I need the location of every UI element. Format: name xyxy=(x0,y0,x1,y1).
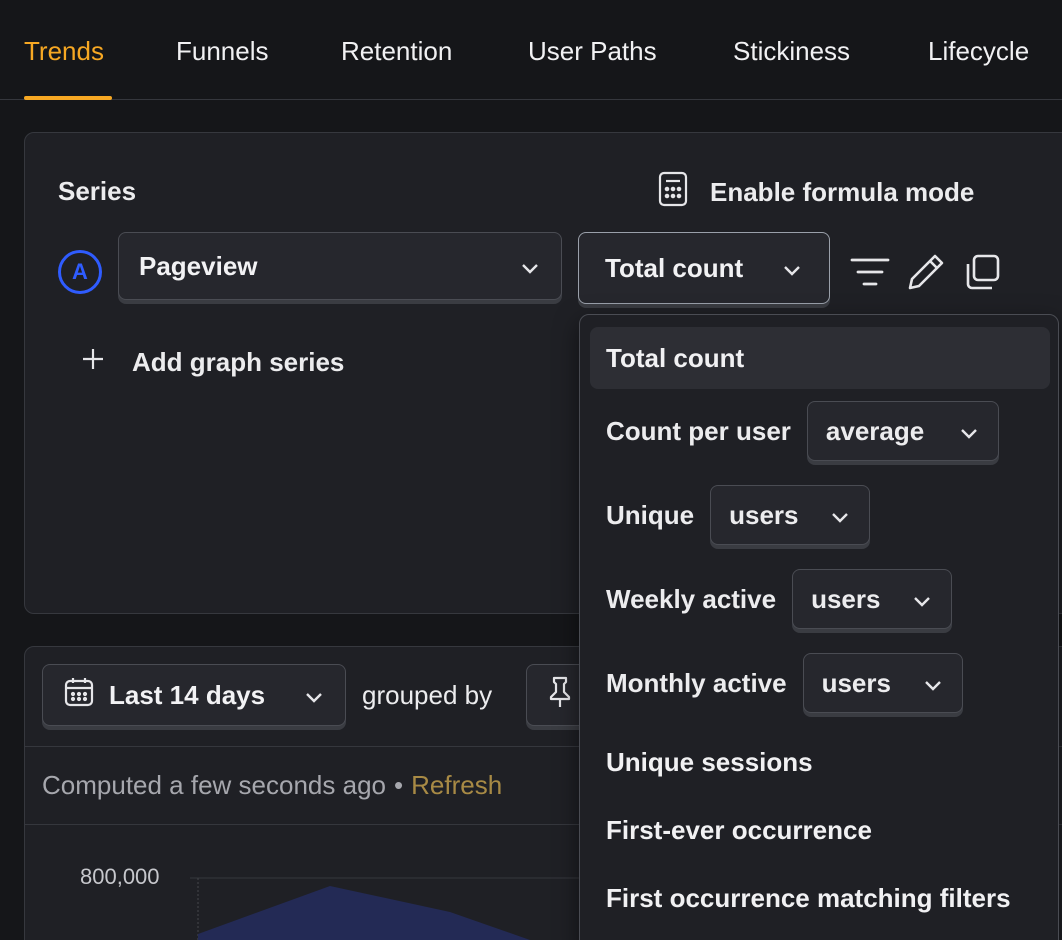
tab-retention[interactable]: Retention xyxy=(341,36,452,67)
chevron-down-icon xyxy=(519,255,541,277)
unique-target-value: users xyxy=(729,499,799,530)
trend-chart xyxy=(190,877,590,940)
y-axis-tick-label: 800,000 xyxy=(80,864,160,889)
option-count-per-user[interactable]: Count per user average xyxy=(606,401,999,461)
active-tab-indicator xyxy=(24,96,112,100)
weekly-target-select[interactable]: users xyxy=(792,569,953,629)
option-label: Count per user xyxy=(606,415,791,446)
filter-icon[interactable] xyxy=(846,248,894,296)
math-select-value: Total count xyxy=(605,252,744,283)
pencil-icon[interactable] xyxy=(902,248,950,296)
monthly-target-value: users xyxy=(821,667,891,698)
option-label: Monthly active xyxy=(606,667,787,698)
series-title: Series xyxy=(58,176,137,206)
series-badge: A xyxy=(58,250,102,294)
separator-dot: • xyxy=(394,770,404,800)
copy-icon[interactable] xyxy=(958,248,1006,296)
refresh-link[interactable]: Refresh xyxy=(411,770,502,800)
option-unique-sessions[interactable]: Unique sessions xyxy=(590,731,1050,793)
tab-stickiness[interactable]: Stickiness xyxy=(733,36,850,67)
math-dropdown-menu: Total count Count per user average Uniqu… xyxy=(579,314,1059,940)
weekly-target-value: users xyxy=(811,583,881,614)
grouped-by-label: grouped by xyxy=(362,680,493,710)
tab-lifecycle[interactable]: Lifecycle xyxy=(928,36,1029,67)
unique-target-select[interactable]: users xyxy=(710,485,871,545)
chevron-down-icon xyxy=(781,257,803,279)
computed-status: Computed a few seconds ago • Refresh xyxy=(42,770,502,801)
series-area xyxy=(198,886,530,940)
add-graph-series-button[interactable]: Add graph series xyxy=(80,342,344,382)
option-monthly-active[interactable]: Monthly active users xyxy=(606,653,963,713)
option-weekly-active[interactable]: Weekly active users xyxy=(606,569,953,629)
chevron-down-icon xyxy=(303,684,325,706)
formula-mode-button[interactable]: Enable formula mode xyxy=(658,171,975,214)
option-first-ever-occurrence[interactable]: First-ever occurrence xyxy=(590,799,1050,861)
plus-icon xyxy=(80,346,106,379)
option-label: Unique xyxy=(606,499,695,530)
chevron-down-icon xyxy=(958,420,980,442)
event-select-value: Pageview xyxy=(139,250,258,281)
monthly-target-select[interactable]: users xyxy=(802,653,963,713)
tab-user-paths[interactable]: User Paths xyxy=(528,36,657,67)
option-total-count[interactable]: Total count xyxy=(590,327,1050,389)
calendar-icon xyxy=(63,676,95,715)
pin-icon xyxy=(545,675,575,716)
aggregation-value: average xyxy=(825,415,925,446)
insight-tabs: Trends Funnels Retention User Paths Stic… xyxy=(0,0,1062,100)
option-unique[interactable]: Unique users xyxy=(606,485,871,545)
tab-trends[interactable]: Trends xyxy=(24,36,104,67)
computed-text: Computed a few seconds ago xyxy=(42,770,386,800)
chevron-down-icon xyxy=(911,588,933,610)
math-select[interactable]: Total count xyxy=(578,232,830,304)
option-first-occurrence-matching[interactable]: First occurrence matching filters xyxy=(590,867,1050,929)
option-label: Weekly active xyxy=(606,583,777,614)
formula-mode-label: Enable formula mode xyxy=(710,176,975,207)
event-select[interactable]: Pageview xyxy=(118,232,562,300)
calculator-icon xyxy=(658,171,688,214)
aggregation-select[interactable]: average xyxy=(806,401,999,461)
date-range-value: Last 14 days xyxy=(109,679,266,710)
tab-funnels[interactable]: Funnels xyxy=(176,36,269,67)
chevron-down-icon xyxy=(829,504,851,526)
chevron-down-icon xyxy=(922,672,944,694)
add-graph-series-label: Add graph series xyxy=(132,346,345,377)
date-range-select[interactable]: Last 14 days xyxy=(42,664,346,726)
